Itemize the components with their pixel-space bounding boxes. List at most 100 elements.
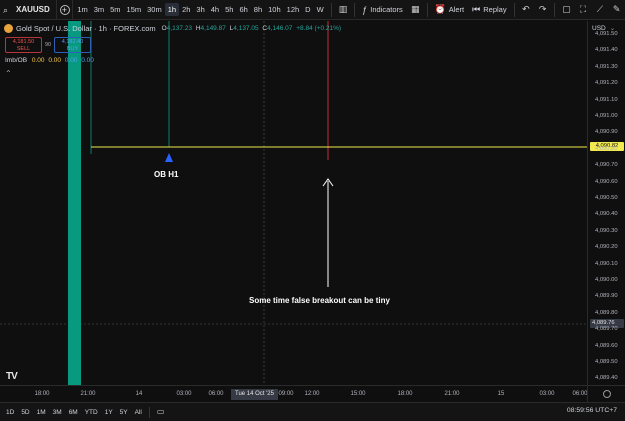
price-axis[interactable]: USD ⌄ 4,090.82 4,089.76 4,091.50 4,091.40 4… — [587, 21, 625, 385]
templates-icon[interactable]: ▦ — [409, 3, 422, 17]
timeframe-1h[interactable]: 1h — [164, 3, 180, 16]
toolbar-divider — [330, 2, 332, 17]
toolbar-divider — [148, 406, 150, 418]
range-5Y[interactable]: 5Y — [120, 409, 128, 416]
tradingview-logo[interactable]: TV — [6, 371, 18, 382]
time-tick: 03:00 — [539, 391, 555, 397]
range-All[interactable]: All — [135, 409, 142, 416]
timeframe-5h[interactable]: 5h — [222, 3, 236, 16]
timeframe-15m[interactable]: 15m — [124, 3, 145, 16]
timeframe-list: 1m 3m 5m 15m 30m 1h 2h 3h 4h 5h 6h 8h 10h 12h D W — [73, 0, 327, 20]
price-tick: 4,089.70 — [595, 326, 618, 333]
timeframe-12h[interactable]: 12h — [284, 3, 303, 16]
indicator-legend[interactable]: Imb/OB 0.00 0.00 0.00 0.00 — [5, 57, 96, 64]
price-tick: 4,091.30 — [595, 63, 618, 70]
range-1M[interactable]: 1M — [37, 409, 46, 416]
price-tick: 4,090.60 — [595, 178, 618, 185]
timeframe-2h[interactable]: 2h — [179, 3, 193, 16]
time-tick: 12:00 — [304, 391, 320, 397]
timeframe-8h[interactable]: 8h — [251, 3, 265, 16]
indicators-button[interactable]: ƒ Indicators — [358, 0, 407, 20]
timeframe-30m[interactable]: 30m — [144, 3, 165, 16]
layout-icon[interactable]: ▢ — [560, 3, 573, 17]
time-axis[interactable]: Tue 14 Oct '25 18:00 21:00 14 03:00 06:00 09:… — [0, 385, 588, 402]
redo-icon[interactable]: ↷ — [536, 3, 549, 17]
range-6M[interactable]: 6M — [69, 409, 78, 416]
price-tick: 4,091.00 — [595, 113, 618, 119]
price-tick: 4,091.20 — [595, 80, 618, 87]
spread-value: 90 — [44, 42, 52, 48]
time-tick: 06:00 — [572, 391, 588, 397]
price-tick: 4,091.50 — [595, 31, 618, 37]
date-range-list: 1D 5D 1M 3M 6M YTD 1Y 5Y All — [0, 409, 149, 416]
buy-button[interactable]: 4,182.40 BUY — [54, 37, 91, 53]
price-tick: 4,089.60 — [595, 342, 618, 349]
symbol-name: XAUUSD — [16, 5, 50, 14]
crosshair-time-label: Tue 14 Oct '25 — [231, 389, 278, 400]
range-1D[interactable]: 1D — [6, 409, 14, 416]
chart-legend: Gold Spot / U.S. Dollar · 1h · FOREX.com… — [4, 24, 343, 33]
price-tick: 4,090.80 — [595, 145, 618, 152]
bull-candle-body — [68, 21, 81, 385]
time-tick: 21:00 — [444, 391, 460, 397]
timeframe-3h[interactable]: 3h — [193, 3, 207, 16]
range-5D[interactable]: 5D — [21, 409, 29, 416]
ohlc-values: O4,137.23 H4,149.87 L4,137.05 C4,146.07 … — [161, 25, 342, 32]
time-tick: 09:00 — [278, 391, 294, 397]
timeframe-6h[interactable]: 6h — [236, 3, 250, 16]
timeframe-5m[interactable]: 5m — [107, 3, 123, 16]
price-tick: 4,090.10 — [595, 260, 618, 267]
bottom-toolbar: 1D 5D 1M 3M 6M YTD 1Y 5Y All ▭ 08:59:56 UTC+7 — [0, 402, 625, 421]
annotation-text[interactable]: Some time false breakout can be tiny — [249, 296, 390, 305]
gear-icon — [602, 390, 611, 398]
range-1Y[interactable]: 1Y — [105, 409, 113, 416]
price-tick: 4,091.40 — [595, 47, 618, 54]
low-value: 4,137.05 — [233, 25, 259, 32]
indicators-label: Indicators — [370, 5, 403, 14]
price-tick: 4,090.20 — [595, 244, 618, 251]
price-tick: 4,089.80 — [595, 309, 618, 316]
time-tick: 18:00 — [34, 391, 50, 397]
replay-label: Replay — [483, 5, 507, 14]
timeframe-4h[interactable]: 4h — [208, 3, 222, 16]
search-icon: ⌕ — [3, 4, 9, 15]
replay-button[interactable]: ⏮ Replay — [468, 0, 510, 20]
chart-settings-button[interactable] — [587, 385, 625, 402]
price-tick: 4,089.50 — [595, 359, 618, 365]
time-tick: 18:00 — [397, 391, 413, 397]
ob-label: OB H1 — [154, 170, 179, 179]
time-tick: 03:00 — [176, 391, 192, 397]
change-value: +8.84 (+0.21%) — [296, 25, 342, 32]
timeframe-1m[interactable]: 1m — [74, 3, 90, 16]
symbol-search[interactable]: ⌕ XAUUSD — [0, 0, 57, 20]
compare-symbol-button[interactable]: + — [57, 0, 74, 20]
ob-marker-triangle — [165, 153, 173, 162]
candle-style-icon[interactable]: ▥ — [337, 3, 350, 17]
alarm-clock-icon: ⏰ — [434, 4, 446, 14]
timeframe-W[interactable]: W — [314, 3, 327, 16]
go-to-date-icon[interactable]: ▭ — [157, 407, 167, 417]
top-toolbar: ⌕ XAUUSD + 1m 3m 5m 15m 30m 1h 2h 3h 4h 5h 6h 8h 10h… — [0, 0, 625, 20]
sell-button[interactable]: 4,181.50 SELL — [5, 37, 42, 53]
crop-icon[interactable]: ⛶ — [577, 3, 590, 17]
time-tick: 21:00 — [80, 391, 96, 397]
timeframe-D[interactable]: D — [302, 3, 313, 16]
time-tick: 15:00 — [350, 391, 366, 397]
timeframe-10h[interactable]: 10h — [265, 3, 284, 16]
replay-icon: ⏮ — [472, 4, 481, 14]
chart-pane[interactable]: Gold Spot / U.S. Dollar · 1h · FOREX.com… — [0, 21, 587, 385]
price-tick: 4,090.00 — [595, 277, 618, 283]
brush-icon[interactable]: ✎ — [610, 3, 623, 17]
collapse-legend-icon[interactable]: ⌃ — [5, 70, 14, 79]
price-tick: 4,090.50 — [595, 195, 618, 201]
price-tick: 4,090.30 — [595, 227, 618, 234]
alert-button[interactable]: ⏰ Alert — [430, 0, 468, 20]
range-3M[interactable]: 3M — [53, 409, 62, 416]
gold-symbol-logo — [4, 24, 13, 33]
toolbar-divider — [554, 2, 555, 17]
timeframe-3m[interactable]: 3m — [91, 3, 107, 16]
clock[interactable]: 08:59:56 UTC+7 — [567, 407, 617, 414]
trend-line-icon[interactable]: ⟋ — [593, 3, 606, 17]
range-YTD[interactable]: YTD — [85, 409, 98, 416]
undo-icon[interactable]: ↶ — [520, 3, 533, 17]
